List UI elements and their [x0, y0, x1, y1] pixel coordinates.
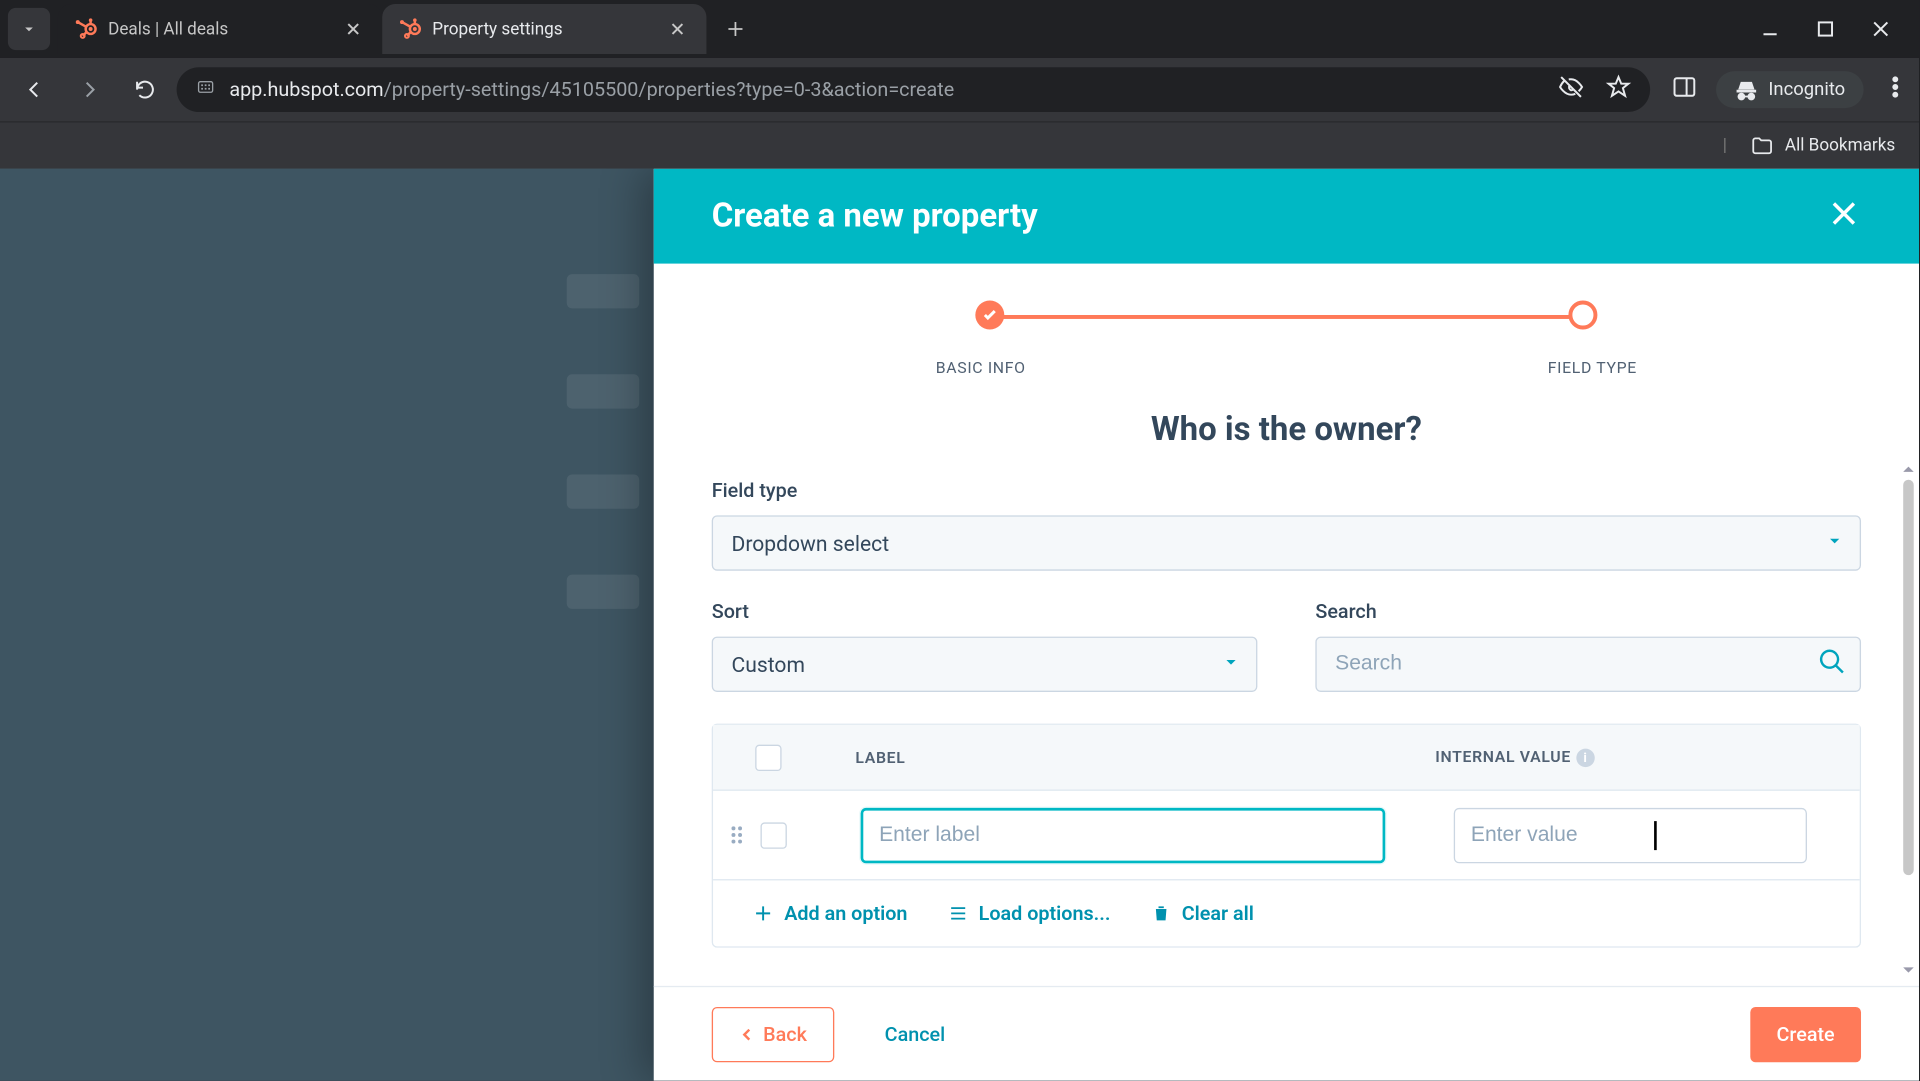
- side-panel-icon[interactable]: [1671, 74, 1697, 106]
- options-table: LABEL INTERNAL VALUEi: [712, 724, 1861, 948]
- select-all-checkbox[interactable]: [755, 744, 781, 770]
- sort-select[interactable]: Custom: [712, 637, 1258, 692]
- caret-down-icon: [1222, 652, 1240, 677]
- caret-down-icon: [1825, 530, 1843, 555]
- sort-value: Custom: [731, 652, 804, 677]
- step-basic-info-dot[interactable]: [975, 301, 1004, 330]
- hubspot-icon: [398, 17, 422, 41]
- window-maximize-button[interactable]: [1816, 20, 1834, 38]
- tab-bar: Deals | All deals Property settings: [0, 0, 1919, 58]
- panel-header: Create a new property: [654, 169, 1919, 264]
- url-text: app.hubspot.com/property-settings/451055…: [229, 78, 954, 102]
- toolbar: app.hubspot.com/property-settings/451055…: [0, 58, 1919, 121]
- panel-title: Create a new property: [712, 197, 1038, 235]
- page-content: Create a new property BASIC INFO FIELD T…: [0, 169, 1919, 1081]
- create-button[interactable]: Create: [1750, 1006, 1861, 1061]
- add-option-button[interactable]: Add an option: [753, 902, 908, 926]
- browser-tab-deals[interactable]: Deals | All deals: [58, 4, 382, 54]
- bookmarks-bar: | All Bookmarks: [0, 121, 1919, 168]
- address-bar[interactable]: app.hubspot.com/property-settings/451055…: [177, 67, 1650, 112]
- tab-close-button[interactable]: [343, 18, 364, 39]
- nav-reload-button[interactable]: [121, 66, 168, 113]
- search-input[interactable]: [1335, 652, 1841, 676]
- window-close-button[interactable]: [1872, 20, 1890, 38]
- window-minimize-button[interactable]: [1761, 20, 1779, 38]
- option-label-input[interactable]: [861, 807, 1386, 862]
- options-header-row: LABEL INTERNAL VALUEi: [713, 725, 1860, 791]
- step-field-type-dot[interactable]: [1568, 301, 1597, 330]
- option-row: [713, 791, 1860, 881]
- col-label-header: LABEL: [855, 748, 1435, 766]
- panel-close-button[interactable]: [1827, 196, 1861, 236]
- load-options-button[interactable]: Load options...: [947, 902, 1111, 926]
- panel-scrollbar[interactable]: [1901, 461, 1917, 978]
- browser-tab-property-settings[interactable]: Property settings: [382, 4, 706, 54]
- search-field-wrap: [1315, 637, 1861, 692]
- search-label: Search: [1315, 600, 1861, 624]
- hubspot-icon: [74, 17, 98, 41]
- option-checkbox[interactable]: [760, 822, 786, 848]
- sort-label: Sort: [712, 600, 1258, 624]
- field-type-label: Field type: [712, 478, 1861, 502]
- nav-forward-button[interactable]: [66, 66, 113, 113]
- bookmark-star-icon[interactable]: [1605, 74, 1631, 106]
- field-type-value: Dropdown select: [731, 530, 889, 555]
- back-button[interactable]: Back: [712, 1006, 835, 1061]
- clear-all-button[interactable]: Clear all: [1150, 902, 1254, 926]
- tab-search-button[interactable]: [8, 8, 50, 50]
- window-controls: [1761, 20, 1919, 38]
- drag-handle-icon[interactable]: [731, 826, 747, 843]
- property-question: Who is the owner?: [654, 411, 1919, 449]
- col-internal-header: INTERNAL VALUEi: [1435, 747, 1594, 767]
- all-bookmarks-button[interactable]: All Bookmarks: [1751, 134, 1896, 158]
- new-tab-button[interactable]: [717, 11, 754, 48]
- panel-footer: Back Cancel Create: [654, 986, 1919, 1081]
- option-value-input[interactable]: [1454, 807, 1807, 862]
- options-actions-row: Add an option Load options... Clear all: [713, 880, 1860, 946]
- site-info-icon[interactable]: [195, 76, 216, 102]
- field-type-select[interactable]: Dropdown select: [712, 515, 1861, 570]
- step-field-type-label: FIELD TYPE: [1548, 358, 1637, 376]
- info-icon[interactable]: i: [1576, 749, 1594, 767]
- incognito-label: Incognito: [1768, 79, 1845, 100]
- eye-off-icon[interactable]: [1558, 74, 1584, 106]
- stepper: [975, 301, 1597, 359]
- folder-icon: [1751, 134, 1775, 158]
- incognito-icon: [1734, 78, 1758, 102]
- search-icon[interactable]: [1818, 647, 1847, 681]
- tab-title: Property settings: [432, 19, 562, 39]
- step-basic-info-label: BASIC INFO: [936, 358, 1026, 376]
- browser-menu-icon[interactable]: [1882, 74, 1908, 106]
- incognito-chip[interactable]: Incognito: [1716, 71, 1864, 108]
- cancel-button[interactable]: Cancel: [858, 1006, 971, 1061]
- create-property-panel: Create a new property BASIC INFO FIELD T…: [654, 169, 1919, 1081]
- tab-close-button[interactable]: [667, 18, 688, 39]
- tab-title: Deals | All deals: [108, 19, 228, 39]
- browser-chrome: Deals | All deals Property settings app.…: [0, 0, 1919, 169]
- nav-back-button[interactable]: [11, 66, 58, 113]
